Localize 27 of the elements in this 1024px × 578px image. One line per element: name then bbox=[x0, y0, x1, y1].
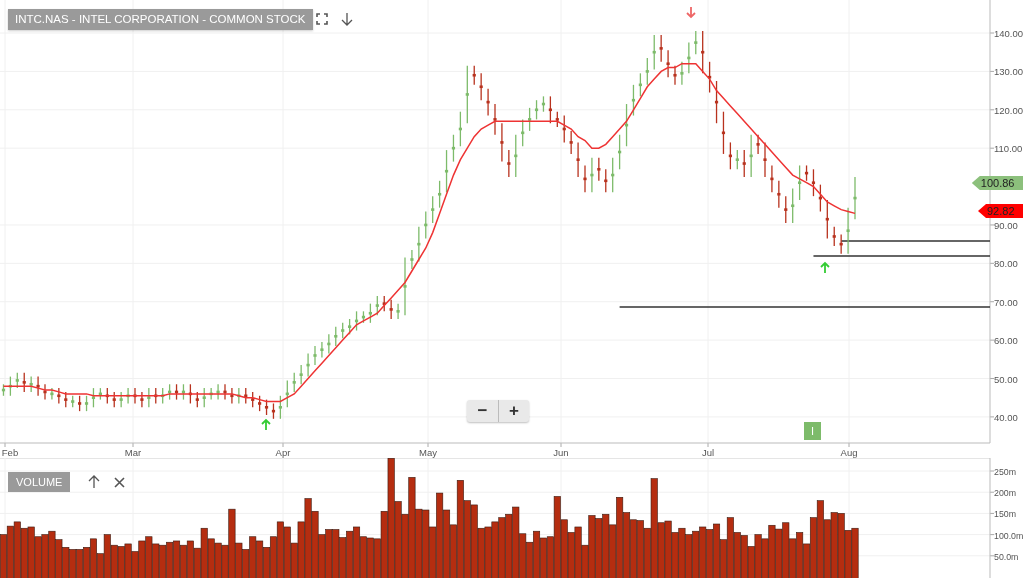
chart-title: INTC.NAS - INTEL CORPORATION - COMMON STOCK bbox=[8, 9, 313, 30]
axis-label: 40.00 bbox=[994, 411, 1018, 423]
axis-label: Jul bbox=[701, 447, 715, 458]
price-tag: 100.86 bbox=[971, 176, 1023, 190]
panel-label: VOLUME bbox=[8, 472, 71, 492]
axis-label: Feb bbox=[1, 447, 19, 458]
axis-label: Jun bbox=[553, 447, 569, 458]
axis-label: 250m bbox=[994, 467, 1016, 477]
axis-label: 60.00 bbox=[994, 335, 1018, 347]
axis-label: 50.0m bbox=[994, 551, 1019, 562]
axis-label: 120.00 bbox=[994, 104, 1024, 116]
axis-label: 140.00 bbox=[994, 28, 1024, 39]
axis-label: 50.00 bbox=[994, 373, 1018, 385]
axis-label: 150m bbox=[994, 509, 1016, 520]
axis-label: May bbox=[419, 447, 437, 458]
axis-label: 110.00 bbox=[994, 143, 1023, 155]
axis-label: 90.00 bbox=[994, 219, 1018, 231]
price-tag: 92.82 bbox=[978, 204, 1023, 218]
axis-label: 130.00 bbox=[994, 66, 1024, 78]
axis-label: 100.0m bbox=[994, 530, 1024, 541]
axis-label: 80.00 bbox=[994, 258, 1018, 270]
event-flag: I bbox=[804, 422, 821, 440]
axis-label: 70.00 bbox=[994, 296, 1018, 308]
axis-label: Aug bbox=[840, 447, 858, 458]
axis-label: 200m bbox=[994, 488, 1016, 499]
axis-label: Apr bbox=[275, 447, 291, 458]
axis-label: Mar bbox=[124, 447, 142, 458]
